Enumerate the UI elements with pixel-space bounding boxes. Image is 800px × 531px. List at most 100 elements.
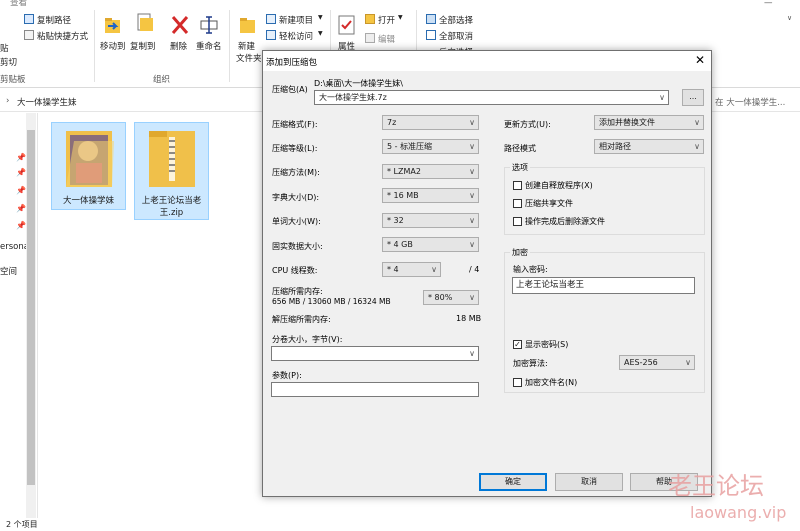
mem-decomp-value: 18 MB xyxy=(456,314,482,323)
new-item-icon xyxy=(266,14,276,24)
nav-scrollbar-thumb[interactable] xyxy=(27,130,35,485)
minimize-icon[interactable]: — xyxy=(764,0,773,8)
chevron-down-icon: ∨ xyxy=(431,265,437,274)
new-item-button[interactable]: 新建项目 xyxy=(279,14,313,26)
update-select[interactable]: 添加并替换文件 ∨ xyxy=(594,115,704,130)
file-name: 上老王论坛当老王.zip xyxy=(141,196,202,218)
copy-to-button[interactable]: 复制到 xyxy=(130,40,156,52)
chevron-down-icon: ▼ xyxy=(318,30,323,37)
rename-icon xyxy=(200,16,218,34)
mem-percent-select[interactable]: * 80% ∨ xyxy=(423,290,479,305)
word-select[interactable]: * 32 ∨ xyxy=(382,213,479,228)
password-input[interactable]: 上老王论坛当老王 xyxy=(512,277,695,294)
level-value: 5 - 标准压缩 xyxy=(387,142,433,151)
chevron-down-icon: ∨ xyxy=(469,240,475,249)
open-button[interactable]: 打开 xyxy=(378,14,395,26)
group-divider xyxy=(94,10,95,82)
organize-group-label: 组织 xyxy=(153,75,171,85)
update-value: 添加并替换文件 xyxy=(599,118,655,127)
file-tile[interactable]: 大一体操学妹 xyxy=(51,122,126,210)
encrypt-names-label[interactable]: 加密文件名(N) xyxy=(525,377,577,388)
update-label: 更新方式(U): xyxy=(504,120,551,129)
chevron-down-icon[interactable]: ∨ xyxy=(787,14,792,22)
file-tile[interactable]: 上老王论坛当老王.zip xyxy=(134,122,209,220)
method-select[interactable]: * LZMA2 ∨ xyxy=(382,164,479,179)
solid-value: * 4 GB xyxy=(387,240,413,249)
chevron-right-icon: › xyxy=(6,96,10,106)
new-folder-label-1[interactable]: 新建 xyxy=(238,40,255,52)
nav-item[interactable]: 空间 xyxy=(0,265,17,277)
show-password-checkbox[interactable]: ✓ xyxy=(513,340,522,349)
dict-select[interactable]: * 16 MB ∨ xyxy=(382,188,479,203)
word-label: 单词大小(W): xyxy=(272,217,321,226)
enc-method-select[interactable]: AES-256 ∨ xyxy=(619,355,695,370)
move-to-button[interactable]: 移动到 xyxy=(100,40,126,52)
encryption-title: 加密 xyxy=(510,247,530,258)
archive-name-combo[interactable]: 大一体操学生妹.7z ∨ xyxy=(314,90,669,105)
show-password-label[interactable]: 显示密码(S) xyxy=(525,339,568,350)
new-folder-icon xyxy=(240,18,255,33)
ribbon-tab-fragment[interactable]: 查看 xyxy=(10,0,27,8)
cancel-button[interactable]: 取消 xyxy=(555,473,623,491)
level-select[interactable]: 5 - 标准压缩 ∨ xyxy=(382,139,479,154)
cut-button[interactable]: 剪切 xyxy=(0,56,17,68)
delete-after-checkbox[interactable] xyxy=(513,217,522,226)
search-box[interactable]: 在 大一体操学生... xyxy=(708,92,800,112)
easy-access-icon xyxy=(266,30,276,40)
item-count: 2 个项目 xyxy=(6,520,38,529)
mem-comp-label: 压缩所需内存: xyxy=(272,287,323,296)
shared-checkbox[interactable] xyxy=(513,199,522,208)
edit-button[interactable]: 编辑 xyxy=(378,33,395,45)
sfx-checkbox[interactable] xyxy=(513,181,522,190)
sfx-label[interactable]: 创建自释放程序(X) xyxy=(525,180,593,191)
volume-label: 分卷大小，字节(V): xyxy=(272,335,343,344)
browse-button[interactable]: ... xyxy=(682,89,704,106)
shared-label[interactable]: 压缩共享文件 xyxy=(525,198,573,209)
select-none-button[interactable]: 全部取消 xyxy=(439,30,473,42)
params-input[interactable] xyxy=(271,382,479,397)
rename-button[interactable]: 重命名 xyxy=(196,40,222,52)
pin-icon: 📌 xyxy=(16,153,26,162)
pin-icon: 📌 xyxy=(16,168,26,177)
path-mode-select[interactable]: 相对路径 ∨ xyxy=(594,139,704,154)
enc-method-value: AES-256 xyxy=(624,358,658,367)
group-divider xyxy=(229,10,230,82)
search-placeholder[interactable]: 在 大一体操学生... xyxy=(715,96,785,108)
delete-after-label[interactable]: 操作完成后删除源文件 xyxy=(525,216,605,227)
ok-button[interactable]: 确定 xyxy=(479,473,547,491)
format-select[interactable]: 7z ∨ xyxy=(382,115,479,130)
volume-combo[interactable]: ∨ xyxy=(271,346,479,361)
solid-label: 固实数据大小: xyxy=(272,242,323,251)
chevron-down-icon: ∨ xyxy=(694,118,700,127)
cpu-select[interactable]: * 4 ∨ xyxy=(382,262,441,277)
chevron-down-icon: ∨ xyxy=(469,293,475,302)
chevron-down-icon: ∨ xyxy=(694,142,700,151)
folder-icon xyxy=(66,131,114,187)
solid-select[interactable]: * 4 GB ∨ xyxy=(382,237,479,252)
new-folder-label-2[interactable]: 文件夹 xyxy=(236,52,262,64)
copy-to-icon xyxy=(137,13,153,31)
delete-button[interactable]: 删除 xyxy=(170,40,187,52)
move-to-icon xyxy=(105,18,120,33)
easy-access-button[interactable]: 轻松访问 xyxy=(279,30,313,42)
file-name: 大一体操学妹 xyxy=(62,196,114,206)
open-icon xyxy=(365,14,375,24)
copy-path-icon xyxy=(24,14,34,24)
password-label: 输入密码: xyxy=(513,265,548,274)
paste-shortcut-button[interactable]: 粘贴快捷方式 xyxy=(37,30,88,42)
dict-label: 字典大小(D): xyxy=(272,193,320,202)
chevron-down-icon: ∨ xyxy=(469,191,475,200)
cpu-label: CPU 线程数: xyxy=(272,266,318,275)
close-icon[interactable]: ✕ xyxy=(695,53,705,67)
format-label: 压缩格式(F): xyxy=(272,120,318,129)
mem-decomp-label: 解压缩所需内存: xyxy=(272,315,331,324)
nav-item[interactable]: ersona xyxy=(0,242,29,252)
paste-button[interactable]: 贴 xyxy=(0,42,9,54)
status-bar: 2 个项目 xyxy=(0,518,800,531)
watermark-title: 老王论坛 xyxy=(668,472,764,500)
encrypt-names-checkbox[interactable] xyxy=(513,378,522,387)
copy-path-button[interactable]: 复制路径 xyxy=(37,14,71,26)
dialog-titlebar[interactable]: 添加到压缩包 ✕ xyxy=(263,51,711,71)
address-path[interactable]: 大一体操学生妹 xyxy=(17,96,77,108)
select-all-button[interactable]: 全部选择 xyxy=(439,14,473,26)
